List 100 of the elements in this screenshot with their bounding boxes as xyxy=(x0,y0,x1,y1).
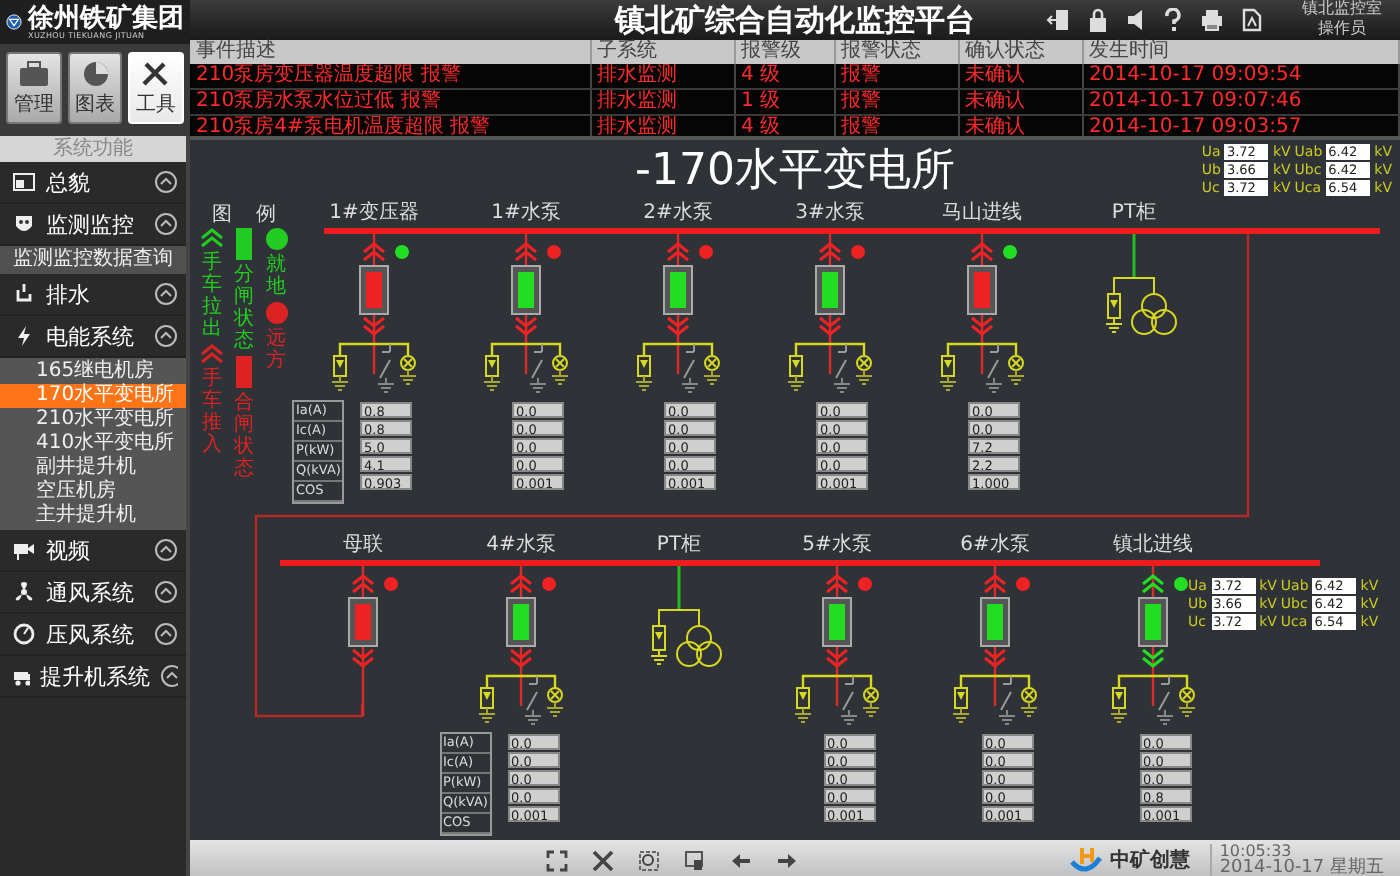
chevron-circle-icon[interactable] xyxy=(154,282,178,306)
sidebar-item[interactable]: 排水 xyxy=(0,274,186,316)
legend-label: 合闸状态 xyxy=(234,392,254,480)
breaker-icon[interactable] xyxy=(967,265,997,315)
column-header: 报警状态 xyxy=(834,40,958,64)
breaker-icon[interactable] xyxy=(663,265,693,315)
breaker-icon[interactable] xyxy=(506,597,536,647)
briefcase-icon xyxy=(17,59,50,87)
earthing-branch-drawing xyxy=(478,674,564,725)
brand-logo-icon xyxy=(1069,846,1102,874)
brand-name: 中矿创慧 xyxy=(1109,846,1190,874)
sidebar-subitem[interactable]: 165继电机房 xyxy=(0,360,186,384)
legend-label: 手车拉出 xyxy=(202,252,222,340)
bay-label: 3#水泵 xyxy=(793,200,867,228)
bay-label: 1#水泵 xyxy=(489,200,563,228)
left-arrow-icon[interactable] xyxy=(730,849,752,871)
chevron-circle-icon[interactable] xyxy=(154,580,178,604)
sidebar-subitem[interactable]: 空压机房 xyxy=(0,480,186,504)
alarm-cell: 4 级 xyxy=(734,64,834,89)
sidebar-subitem[interactable]: 监测监控数据查询 xyxy=(0,248,186,272)
window-icon xyxy=(12,170,36,194)
earthing-branch-drawing xyxy=(794,674,880,725)
sidebar-item[interactable]: 视频 xyxy=(0,530,186,572)
sidebar-item[interactable]: 总貌 xyxy=(0,162,186,204)
exit-icon[interactable] xyxy=(1046,8,1070,32)
feeder-line xyxy=(835,566,839,706)
pie-chart-icon xyxy=(79,59,111,87)
legend-label: 分闸状态 xyxy=(234,264,254,352)
sidebar-header: 系统功能 xyxy=(0,136,186,162)
fan-icon xyxy=(12,580,36,604)
earthing-branch-drawing xyxy=(483,342,569,393)
toolbar-button[interactable]: 图表 xyxy=(67,52,123,124)
toolbar-button[interactable]: 工具 xyxy=(128,52,185,124)
chevron-circle-icon[interactable] xyxy=(154,324,178,348)
legend-label: 远方 xyxy=(266,328,286,372)
breaker-icon[interactable] xyxy=(980,597,1010,647)
alarm-cell: 未确认 xyxy=(958,64,1082,89)
sidebar-item[interactable]: 提升机系统 xyxy=(0,656,186,698)
pt-cabinet-drawing xyxy=(650,566,722,667)
lightning-icon xyxy=(12,324,36,348)
chevron-circle-icon[interactable] xyxy=(154,170,178,194)
alarm-cell: 排水监测 xyxy=(590,64,734,89)
earthing-branch-drawing xyxy=(635,342,721,393)
earthing-branch-drawing xyxy=(331,342,417,393)
fullscreen-icon[interactable] xyxy=(546,849,568,871)
document-icon[interactable] xyxy=(1242,8,1262,32)
breaker-icon[interactable] xyxy=(1138,597,1168,647)
bay-label: 5#水泵 xyxy=(800,532,874,560)
pt-cabinet-drawing xyxy=(1105,234,1177,335)
column-header: 子系统 xyxy=(590,40,734,64)
camera-icon xyxy=(12,538,36,562)
bay-label: PT柜 xyxy=(1109,200,1159,228)
alarm-cell: 报警 xyxy=(834,64,958,89)
chevron-circle-icon[interactable] xyxy=(154,538,178,562)
earthing-branch-drawing xyxy=(939,342,1025,393)
speaker-icon[interactable] xyxy=(1126,8,1146,32)
sidebar-item[interactable]: 压风系统 xyxy=(0,614,186,656)
bay-label: 1#变压器 xyxy=(327,200,421,228)
clock-time: 10:05:33 xyxy=(1219,843,1292,859)
bay-label: 4#水泵 xyxy=(484,532,558,560)
legend-label: 手车推入 xyxy=(202,368,222,456)
breaker-icon[interactable] xyxy=(348,597,378,647)
mask-icon xyxy=(12,212,36,236)
bay-label: PT柜 xyxy=(654,532,704,560)
chevron-circle-icon[interactable] xyxy=(154,622,178,646)
alarm-cell: 报警 xyxy=(834,89,958,115)
sidebar-subitem[interactable]: 210水平变电所 xyxy=(0,408,186,432)
column-header: 报警级 xyxy=(734,40,834,64)
clock-date: 2014-10-17 星期五 xyxy=(1219,859,1384,876)
help-icon[interactable] xyxy=(1164,8,1182,32)
zoom-icon[interactable] xyxy=(638,849,660,871)
breaker-icon[interactable] xyxy=(815,265,845,315)
breaker-icon[interactable] xyxy=(359,265,389,315)
printer-icon[interactable] xyxy=(1200,8,1224,32)
chevron-circle-icon[interactable] xyxy=(154,212,178,236)
bay-label: 马山进线 xyxy=(940,200,1024,228)
breaker-icon[interactable] xyxy=(822,597,852,647)
earthing-branch-drawing xyxy=(1110,674,1196,725)
toolbar-button[interactable]: 管理 xyxy=(6,52,62,124)
sidebar-item[interactable]: 通风系统 xyxy=(0,572,186,614)
feeder-line xyxy=(519,566,523,706)
feeder-line xyxy=(1151,566,1155,706)
faucet-icon xyxy=(12,282,36,306)
lock-icon[interactable] xyxy=(1088,8,1108,32)
alarm-cell: 排水监测 xyxy=(590,89,734,115)
sidebar-subitem[interactable]: 410水平变电所 xyxy=(0,432,186,456)
sidebar-subitem[interactable]: 副井提升机 xyxy=(0,456,186,480)
alarm-cell: 未确认 xyxy=(958,89,1082,115)
feeder-line xyxy=(372,234,376,374)
column-header: 事件描述 xyxy=(190,40,590,64)
feeder-line xyxy=(980,234,984,374)
right-arrow-icon[interactable] xyxy=(776,849,798,871)
alarm-cell: 2014-10-17 09:07:46 xyxy=(1082,89,1399,115)
company-name: 徐州铁矿集团 xyxy=(28,5,184,31)
breaker-icon[interactable] xyxy=(511,265,541,315)
sidebar-subitem[interactable]: 主井提升机 xyxy=(0,504,186,528)
earthing-branch-drawing xyxy=(787,342,873,393)
column-header: 发生时间 xyxy=(1082,40,1399,64)
role-label: 操作员 xyxy=(1318,22,1366,38)
bay-label: 2#水泵 xyxy=(641,200,715,228)
